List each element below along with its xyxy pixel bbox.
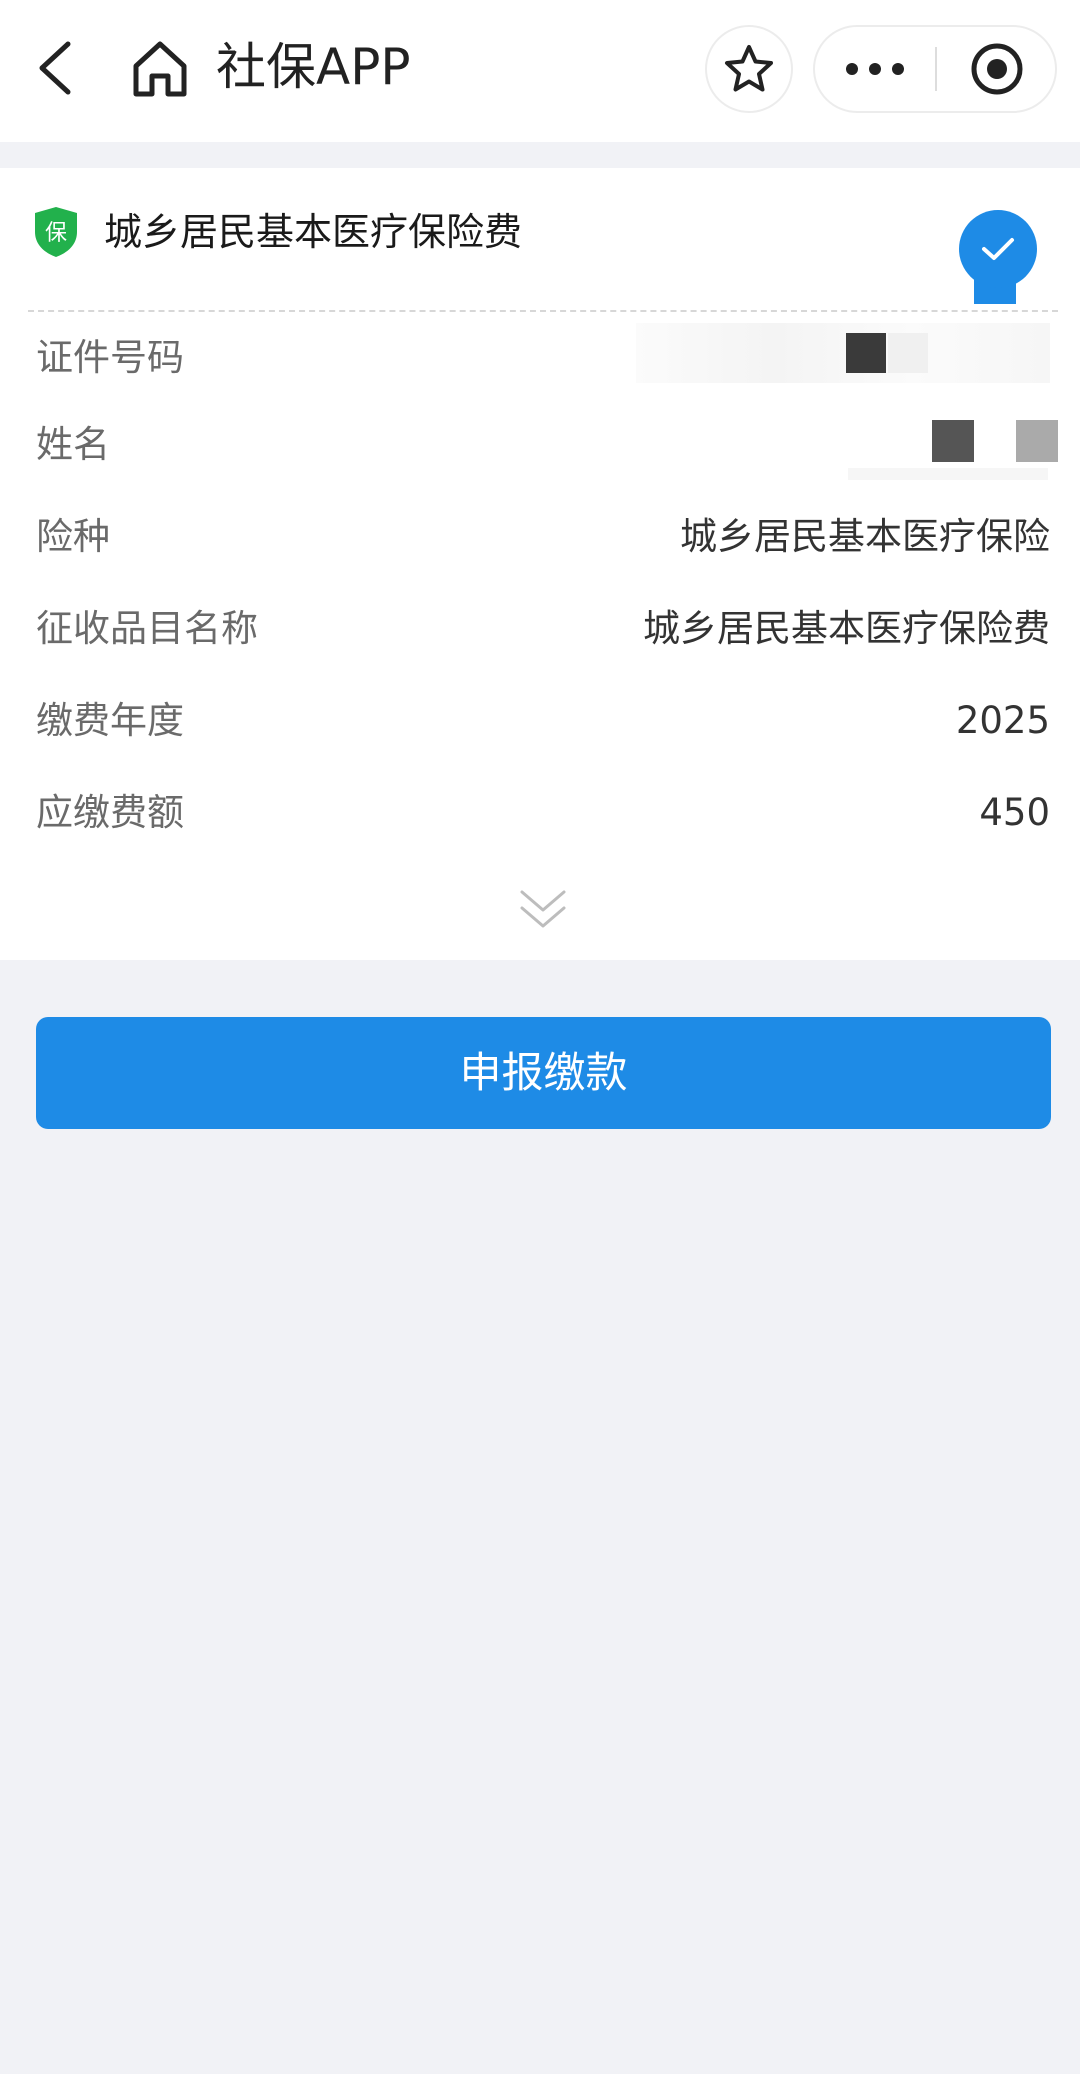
badge-label: 保 (45, 221, 67, 246)
more-button[interactable] (815, 27, 935, 111)
shield-badge-icon: 保 (35, 207, 77, 257)
row-label: 缴费年度 (36, 699, 184, 742)
home-button[interactable] (128, 36, 192, 100)
home-icon (133, 41, 187, 97)
redacted-block (1016, 420, 1058, 462)
checkmark-icon (982, 238, 1014, 260)
row-amount-due: 应缴费额 450 (36, 778, 1050, 848)
row-label: 姓名 (36, 423, 110, 466)
row-value: 450 (979, 791, 1050, 834)
insurance-payment-card: 保 城乡居民基本医疗保险费 证件号码 姓名 险种 城乡居民基本医疗保险 征收品目… (0, 168, 1080, 960)
redacted-block (846, 333, 886, 373)
double-chevron-down-icon (520, 890, 566, 928)
redacted-block (888, 333, 928, 373)
row-value: 城乡居民基本医疗保险 (680, 515, 1050, 558)
top-nav-bar: 社保APP (0, 0, 1080, 142)
row-insurance-type: 险种 城乡居民基本医疗保险 (36, 502, 1050, 572)
row-label: 征收品目名称 (36, 607, 258, 650)
star-icon (725, 45, 773, 92)
mini-program-capsule (813, 25, 1057, 113)
close-mini-program-button[interactable] (937, 27, 1057, 111)
dashed-divider (28, 310, 1058, 312)
row-payment-year: 缴费年度 2025 (36, 686, 1050, 756)
row-label: 证件号码 (36, 336, 184, 379)
back-button[interactable] (30, 36, 86, 100)
check-circle-icon (959, 210, 1037, 288)
row-label: 险种 (36, 515, 110, 558)
redacted-block (848, 468, 1048, 480)
submit-payment-button[interactable]: 申报缴款 (36, 1017, 1051, 1129)
more-dots-icon (846, 63, 904, 75)
row-id-number: 证件号码 (36, 323, 1050, 393)
select-checkbox[interactable] (957, 208, 1041, 306)
row-value: 城乡居民基本医疗保险费 (643, 607, 1050, 650)
row-value: 2025 (955, 699, 1050, 742)
row-name: 姓名 (36, 410, 1058, 480)
row-label: 应缴费额 (36, 791, 184, 834)
redacted-block (636, 323, 1050, 383)
favorite-button[interactable] (705, 25, 793, 113)
chevron-left-icon (39, 41, 71, 95)
card-title: 城乡居民基本医疗保险费 (104, 210, 523, 254)
row-item-name: 征收品目名称 城乡居民基本医疗保险费 (36, 594, 1050, 664)
page-title: 社保APP (216, 38, 411, 96)
expand-details-button[interactable] (516, 886, 570, 934)
target-circle-icon (971, 43, 1023, 95)
redacted-block (932, 420, 974, 462)
card-header[interactable]: 保 城乡居民基本医疗保险费 (0, 168, 1080, 310)
